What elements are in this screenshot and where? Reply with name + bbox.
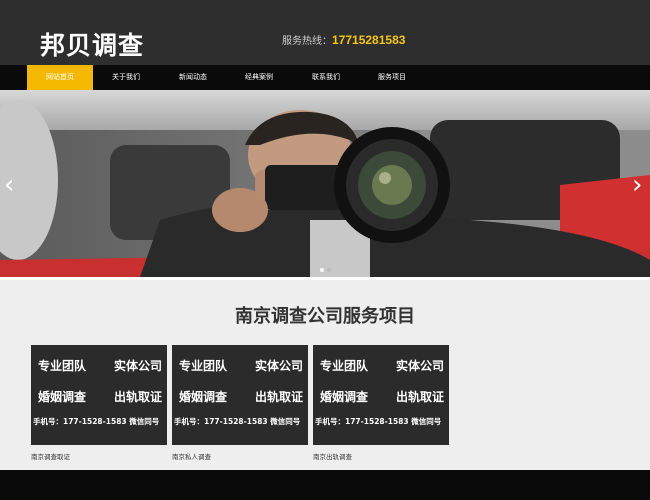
nav-item-news[interactable]: 新闻动态 — [160, 65, 226, 90]
card-text-company: 实体公司 — [254, 359, 303, 373]
service-card[interactable]: 专业团队 实体公司 婚姻调查 出轨取证 手机号：177-1528-1583 微信同号… — [31, 345, 167, 461]
service-card-caption[interactable]: 南京私人调查 — [172, 451, 308, 461]
service-card-caption[interactable]: 南京出轨调查 — [313, 451, 449, 461]
card-text-team: 专业团队 — [179, 359, 228, 373]
card-text-team: 专业团队 — [320, 359, 369, 373]
slider-dot-2[interactable] — [327, 268, 331, 272]
main-nav: 网站首页 关于我们 新闻动态 经典案例 联系我们 服务项目 — [0, 65, 650, 90]
site-header: 邦贝调查 服务热线：17715281583 — [0, 0, 650, 65]
banner-photo — [0, 90, 650, 277]
card-text-phone: 手机号：177-1528-1583 微信同号 — [33, 417, 160, 426]
chevron-right-icon[interactable]: › — [632, 172, 642, 198]
card-text-company: 实体公司 — [395, 359, 444, 373]
card-text-phone: 手机号：177-1528-1583 微信同号 — [174, 417, 301, 426]
service-card[interactable]: 专业团队 实体公司 婚姻调查 出轨取证 手机号：177-1528-1583 微信同号… — [172, 345, 308, 461]
service-card-image[interactable]: 专业团队 实体公司 婚姻调查 出轨取证 手机号：177-1528-1583 微信同号 — [313, 345, 449, 445]
card-text-phone: 手机号：177-1528-1583 微信同号 — [315, 417, 442, 426]
service-card-caption[interactable]: 南京调查取证 — [31, 451, 167, 461]
services-title: 南京调查公司服务项目 — [235, 306, 415, 327]
card-text-marriage: 婚姻调查 — [38, 390, 87, 404]
banner-slider[interactable] — [0, 90, 650, 277]
slider-dot-1[interactable] — [320, 268, 324, 272]
footer-bar — [0, 470, 650, 500]
card-text-team: 专业团队 — [38, 359, 87, 373]
nav-item-cases[interactable]: 经典案例 — [226, 65, 292, 90]
site-logo[interactable]: 邦贝调查 — [40, 31, 144, 61]
hotline-label: 服务热线： — [282, 36, 332, 47]
service-card-image[interactable]: 专业团队 实体公司 婚姻调查 出轨取证 手机号：177-1528-1583 微信同号 — [172, 345, 308, 445]
chevron-left-icon[interactable]: ‹ — [4, 172, 14, 198]
divider — [0, 277, 650, 280]
card-text-evidence: 出轨取证 — [395, 390, 444, 404]
hotline-number[interactable]: 17715281583 — [332, 33, 405, 47]
nav-item-about[interactable]: 关于我们 — [93, 65, 159, 90]
card-text-evidence: 出轨取证 — [254, 390, 303, 404]
card-text-company: 实体公司 — [113, 359, 162, 373]
nav-item-home[interactable]: 网站首页 — [27, 65, 93, 90]
nav-item-services[interactable]: 服务项目 — [359, 65, 425, 90]
nav-item-contact[interactable]: 联系我们 — [293, 65, 359, 90]
card-text-evidence: 出轨取证 — [113, 390, 162, 404]
card-text-marriage: 婚姻调查 — [320, 390, 369, 404]
hotline: 服务热线：17715281583 — [282, 32, 405, 50]
service-card-image[interactable]: 专业团队 实体公司 婚姻调查 出轨取证 手机号：177-1528-1583 微信同号 — [31, 345, 167, 445]
card-text-marriage: 婚姻调查 — [179, 390, 228, 404]
service-card[interactable]: 专业团队 实体公司 婚姻调查 出轨取证 手机号：177-1528-1583 微信同号… — [313, 345, 449, 461]
